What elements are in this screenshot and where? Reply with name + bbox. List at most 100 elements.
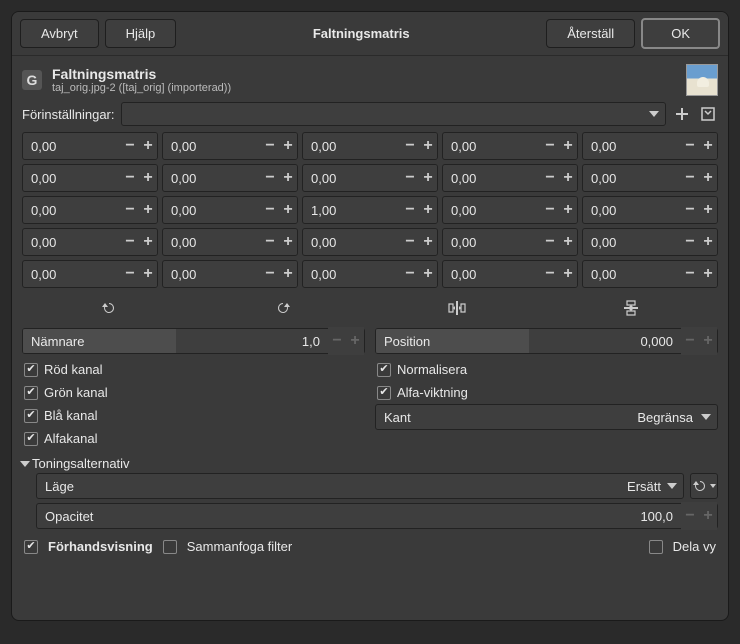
split-view-checkbox[interactable]: ✔: [649, 540, 663, 554]
matrix-cell[interactable]: 0,00−+: [302, 260, 438, 288]
preset-add-button[interactable]: [672, 104, 692, 124]
matrix-cell[interactable]: 1,00−+: [302, 196, 438, 224]
spin-minus-button[interactable]: −: [121, 132, 139, 160]
spin-plus-button[interactable]: +: [559, 132, 577, 160]
matrix-cell[interactable]: 0,00−+: [162, 164, 298, 192]
matrix-cell[interactable]: 0,00−+: [442, 260, 578, 288]
spin-minus-button[interactable]: −: [541, 196, 559, 224]
matrix-cell[interactable]: 0,00−+: [302, 164, 438, 192]
reset-button[interactable]: Återställ: [546, 19, 635, 48]
matrix-cell[interactable]: 0,00−+: [162, 132, 298, 160]
spin-plus-button[interactable]: +: [139, 132, 157, 160]
spin-minus-button[interactable]: −: [121, 228, 139, 256]
spin-minus-button[interactable]: −: [401, 260, 419, 288]
spin-plus-button[interactable]: +: [279, 164, 297, 192]
divisor-field[interactable]: Nämnare 1,0 − +: [22, 328, 365, 354]
blend-mode-reset-button[interactable]: [690, 473, 718, 499]
alpha-channel-checkbox[interactable]: ✔: [24, 432, 38, 446]
matrix-cell[interactable]: 0,00−+: [302, 132, 438, 160]
rotate-ccw-button[interactable]: [99, 298, 119, 318]
flip-horizontal-button[interactable]: [447, 298, 467, 318]
preview-checkbox[interactable]: ✔: [24, 540, 38, 554]
spin-minus-button[interactable]: −: [681, 164, 699, 192]
matrix-cell[interactable]: 0,00−+: [22, 164, 158, 192]
matrix-cell[interactable]: 0,00−+: [22, 132, 158, 160]
alpha-weight-checkbox[interactable]: ✔: [377, 386, 391, 400]
spin-minus-button[interactable]: −: [121, 196, 139, 224]
spin-minus-button[interactable]: −: [541, 260, 559, 288]
matrix-cell[interactable]: 0,00−+: [442, 196, 578, 224]
offset-plus[interactable]: +: [699, 327, 717, 355]
edge-dropdown[interactable]: Kant Begränsa: [375, 404, 718, 430]
rotate-cw-button[interactable]: [273, 298, 293, 318]
blue-channel-checkbox[interactable]: ✔: [24, 409, 38, 423]
divisor-minus[interactable]: −: [328, 327, 346, 355]
blending-section-header[interactable]: Toningsalternativ: [22, 450, 718, 473]
spin-minus-button[interactable]: −: [401, 132, 419, 160]
spin-minus-button[interactable]: −: [401, 196, 419, 224]
spin-plus-button[interactable]: +: [419, 228, 437, 256]
opacity-field[interactable]: Opacitet 100,0 − +: [36, 503, 718, 529]
offset-field[interactable]: Position 0,000 − +: [375, 328, 718, 354]
spin-minus-button[interactable]: −: [541, 164, 559, 192]
spin-plus-button[interactable]: +: [419, 132, 437, 160]
spin-plus-button[interactable]: +: [139, 228, 157, 256]
spin-plus-button[interactable]: +: [279, 260, 297, 288]
matrix-cell[interactable]: 0,00−+: [22, 260, 158, 288]
matrix-cell[interactable]: 0,00−+: [162, 228, 298, 256]
spin-minus-button[interactable]: −: [401, 228, 419, 256]
matrix-cell[interactable]: 0,00−+: [302, 228, 438, 256]
matrix-cell[interactable]: 0,00−+: [582, 196, 718, 224]
matrix-cell[interactable]: 0,00−+: [582, 228, 718, 256]
spin-minus-button[interactable]: −: [401, 164, 419, 192]
presets-combo[interactable]: [121, 102, 667, 126]
merge-filter-checkbox[interactable]: ✔: [163, 540, 177, 554]
spin-plus-button[interactable]: +: [699, 196, 717, 224]
spin-plus-button[interactable]: +: [559, 228, 577, 256]
spin-plus-button[interactable]: +: [279, 196, 297, 224]
spin-plus-button[interactable]: +: [139, 164, 157, 192]
preset-menu-button[interactable]: [698, 104, 718, 124]
spin-minus-button[interactable]: −: [261, 132, 279, 160]
spin-minus-button[interactable]: −: [681, 228, 699, 256]
normalize-checkbox[interactable]: ✔: [377, 363, 391, 377]
matrix-cell[interactable]: 0,00−+: [162, 260, 298, 288]
spin-plus-button[interactable]: +: [559, 164, 577, 192]
matrix-cell[interactable]: 0,00−+: [22, 196, 158, 224]
matrix-cell[interactable]: 0,00−+: [582, 260, 718, 288]
blend-mode-dropdown[interactable]: Läge Ersätt: [36, 473, 684, 499]
matrix-cell[interactable]: 0,00−+: [442, 164, 578, 192]
opacity-plus[interactable]: +: [699, 502, 717, 530]
spin-minus-button[interactable]: −: [681, 260, 699, 288]
spin-plus-button[interactable]: +: [279, 132, 297, 160]
flip-vertical-button[interactable]: [621, 298, 641, 318]
spin-plus-button[interactable]: +: [279, 228, 297, 256]
spin-plus-button[interactable]: +: [559, 196, 577, 224]
green-channel-checkbox[interactable]: ✔: [24, 386, 38, 400]
spin-plus-button[interactable]: +: [699, 164, 717, 192]
opacity-minus[interactable]: −: [681, 502, 699, 530]
spin-plus-button[interactable]: +: [139, 260, 157, 288]
matrix-cell[interactable]: 0,00−+: [442, 228, 578, 256]
offset-minus[interactable]: −: [681, 327, 699, 355]
matrix-cell[interactable]: 0,00−+: [442, 132, 578, 160]
matrix-cell[interactable]: 0,00−+: [22, 228, 158, 256]
spin-minus-button[interactable]: −: [121, 260, 139, 288]
spin-plus-button[interactable]: +: [699, 132, 717, 160]
spin-minus-button[interactable]: −: [681, 132, 699, 160]
spin-minus-button[interactable]: −: [261, 196, 279, 224]
spin-minus-button[interactable]: −: [541, 228, 559, 256]
cancel-button[interactable]: Avbryt: [20, 19, 99, 48]
spin-plus-button[interactable]: +: [419, 196, 437, 224]
spin-plus-button[interactable]: +: [559, 260, 577, 288]
help-button[interactable]: Hjälp: [105, 19, 177, 48]
spin-plus-button[interactable]: +: [419, 164, 437, 192]
spin-plus-button[interactable]: +: [699, 228, 717, 256]
matrix-cell[interactable]: 0,00−+: [582, 164, 718, 192]
spin-minus-button[interactable]: −: [261, 260, 279, 288]
ok-button[interactable]: OK: [641, 18, 720, 49]
spin-minus-button[interactable]: −: [121, 164, 139, 192]
divisor-plus[interactable]: +: [346, 327, 364, 355]
matrix-cell[interactable]: 0,00−+: [162, 196, 298, 224]
spin-minus-button[interactable]: −: [261, 228, 279, 256]
